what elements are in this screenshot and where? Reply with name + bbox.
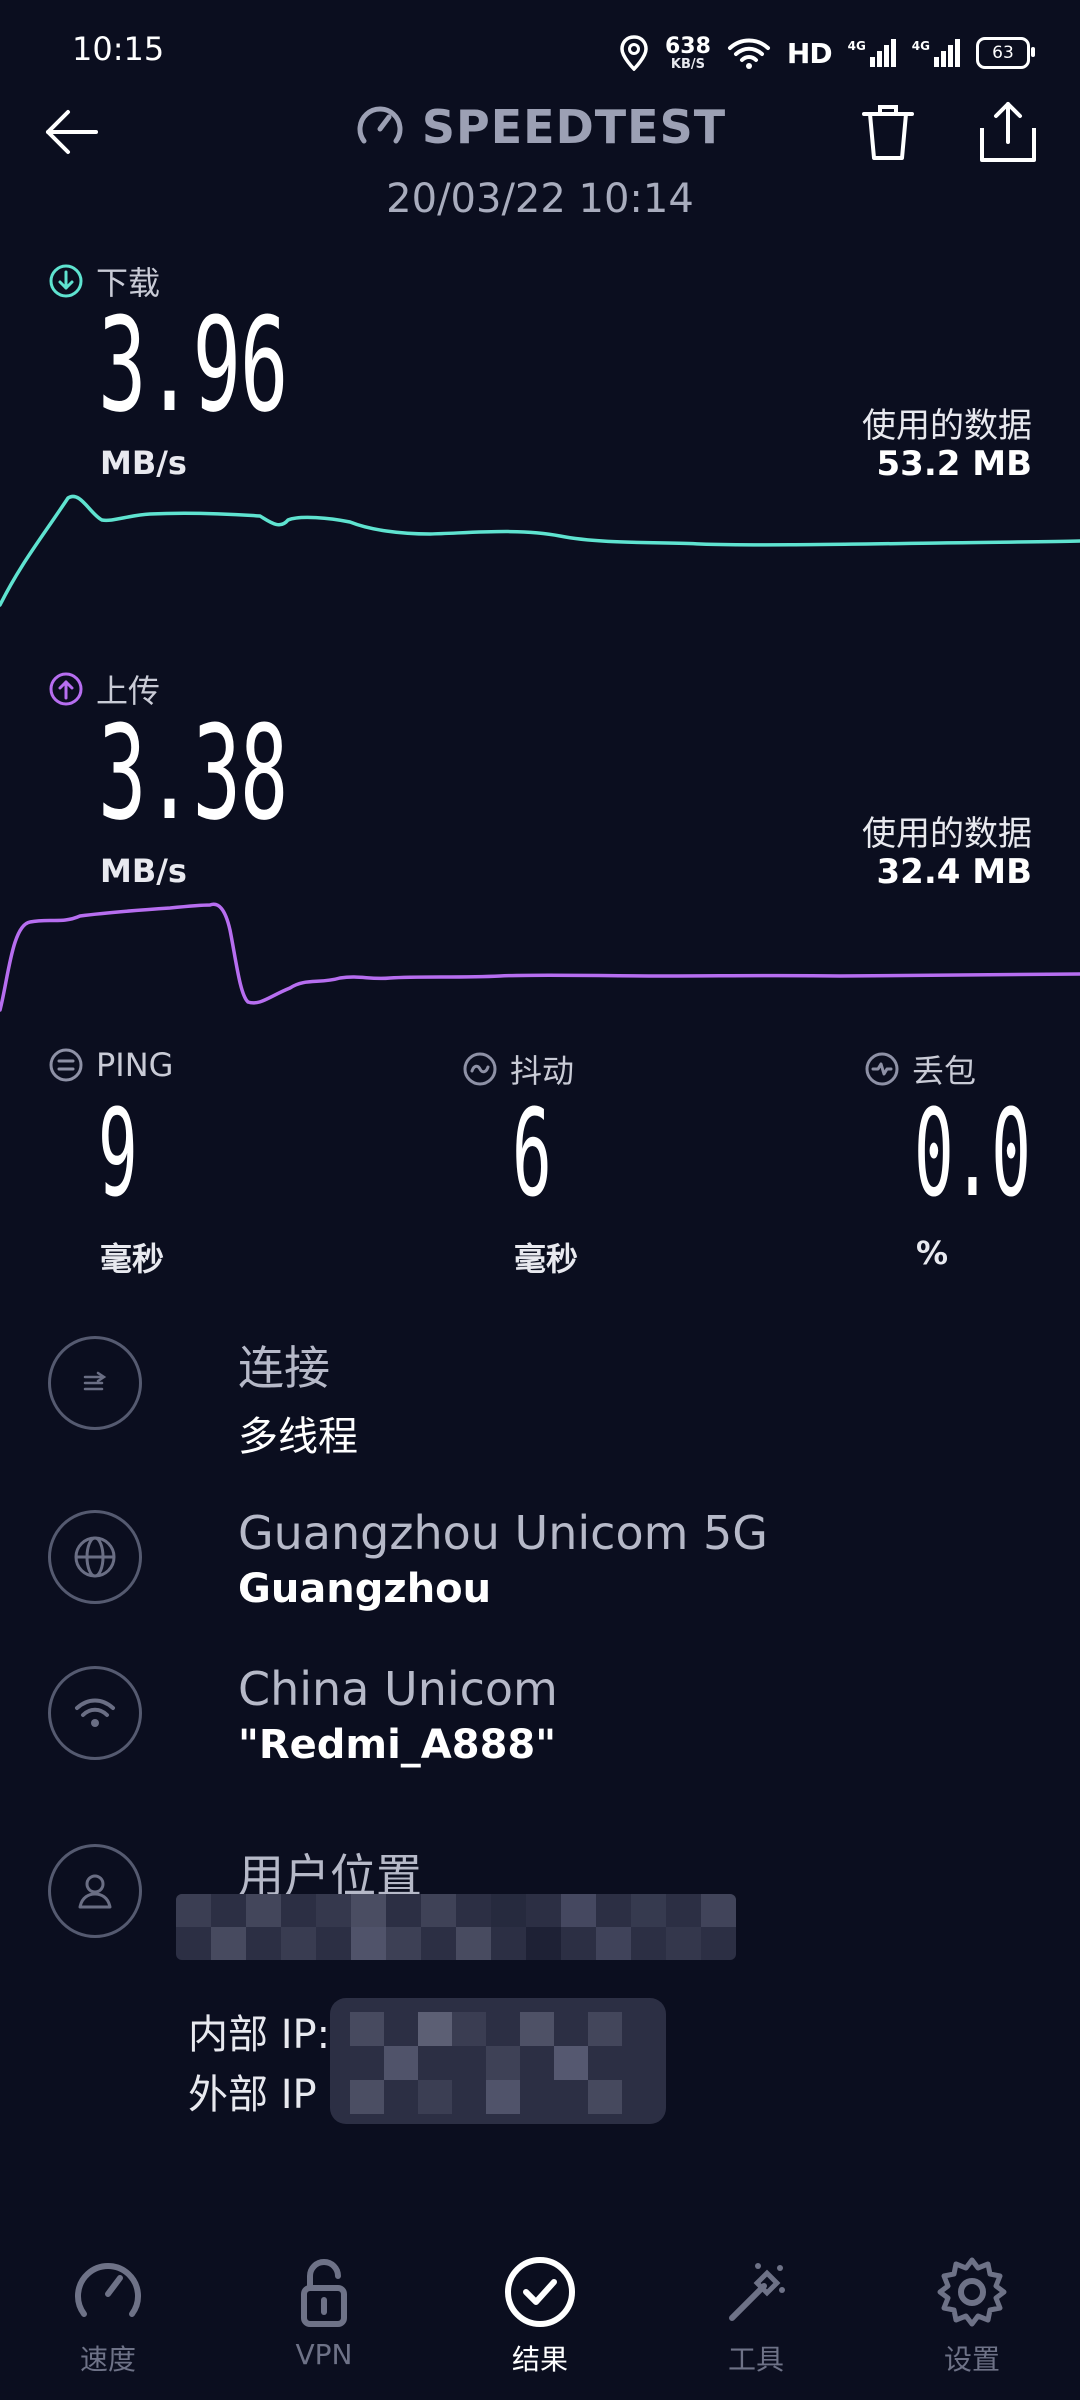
upload-speed-value: 3.38 (98, 697, 288, 849)
server-location: Guangzhou (238, 1566, 492, 1612)
network-rate: 638 KB/S (664, 33, 711, 72)
lock-icon (301, 2259, 347, 2327)
ping-label: PING (48, 1046, 173, 1084)
network-row: China Unicom "Redmi_A888" (48, 1662, 1048, 1768)
sim1-network-type: 4G (847, 39, 866, 53)
internal-ip-label: 内部 IP: (188, 2012, 331, 2058)
upload-speed-graph (0, 902, 1080, 1012)
external-ip-label: 外部 IP (188, 2072, 317, 2118)
speedometer-icon (75, 2263, 141, 2317)
network-rate-unit: KB/S (670, 56, 705, 72)
server-row[interactable]: Guangzhou Unicom 5G Guangzhou (48, 1506, 1048, 1612)
status-icons: 638 KB/S HD 4G 4G 63 (619, 28, 1035, 78)
ip-redacted-block (330, 1998, 666, 2124)
app-header: SPEEDTEST (0, 100, 1080, 154)
upload-data-used-label: 使用的数据 (862, 814, 1032, 854)
location-redacted-block (176, 1894, 736, 1960)
ping-label-text: PING (96, 1046, 174, 1084)
nav-speed-label: 速度 (79, 2343, 136, 2376)
nav-vpn[interactable]: VPN (216, 2240, 432, 2400)
wifi-icon (727, 38, 770, 69)
wifi-ssid: "Redmi_A888" (238, 1722, 557, 1768)
ping-icon (49, 1048, 83, 1082)
connection-row: 连接 多线程 (48, 1336, 1048, 1462)
packet-loss-value: 0.0 (914, 1085, 1031, 1224)
nav-settings[interactable]: 设置 (864, 2240, 1080, 2400)
nav-speed[interactable]: 速度 (0, 2240, 216, 2400)
network-rate-value: 638 (664, 33, 711, 59)
nav-results[interactable]: 结果 (432, 2240, 648, 2400)
battery-level: 63 (992, 43, 1014, 63)
carrier-name: China Unicom (238, 1662, 558, 1716)
download-speed-value: 3.96 (98, 289, 288, 441)
delete-icon[interactable] (858, 100, 918, 164)
download-data-used-label: 使用的数据 (862, 406, 1032, 446)
server-name: Guangzhou Unicom 5G (238, 1506, 768, 1560)
download-arrow-icon (49, 264, 83, 298)
nav-results-label: 结果 (511, 2343, 568, 2376)
connection-icon (48, 1336, 142, 1430)
nav-tools-label: 工具 (727, 2343, 784, 2376)
test-datetime: 20/03/22 10:14 (386, 176, 694, 222)
app-title: SPEEDTEST (421, 100, 727, 154)
sim2-signal-icon: 4G (912, 39, 960, 67)
share-icon[interactable] (976, 98, 1040, 164)
jitter-value: 6 (512, 1085, 552, 1224)
speedtest-logo-icon (357, 106, 403, 144)
upload-arrow-icon (49, 672, 83, 706)
user-icon (48, 1844, 142, 1938)
jitter-icon (463, 1052, 497, 1086)
nav-tools[interactable]: 工具 (648, 2240, 864, 2400)
check-circle-icon (505, 2257, 575, 2327)
nav-vpn-label: VPN (295, 2338, 353, 2371)
jitter-unit: 毫秒 (514, 1240, 579, 1278)
wifi-network-icon (48, 1666, 142, 1760)
location-icon (620, 35, 648, 71)
sim1-signal-icon: 4G (848, 39, 896, 67)
download-speed-graph (0, 494, 1080, 607)
sim2-network-type: 4G (911, 39, 930, 53)
bottom-nav: 速度 VPN 结果 工具 设置 (0, 2240, 1080, 2400)
connection-title: 连接 (238, 1341, 330, 1395)
battery-icon: 63 (976, 37, 1035, 69)
ping-value: 9 (98, 1085, 138, 1224)
nav-settings-label: 设置 (943, 2343, 1000, 2376)
connection-type: 多线程 (238, 1414, 358, 1460)
magic-wand-icon (729, 2263, 785, 2321)
status-time: 10:15 (72, 30, 165, 68)
gear-icon (937, 2257, 1007, 2327)
packet-loss-unit: % (916, 1234, 949, 1272)
hd-voice-label: HD (786, 36, 833, 70)
globe-icon (48, 1510, 142, 1604)
packet-loss-icon (865, 1052, 899, 1086)
ping-unit: 毫秒 (100, 1240, 165, 1278)
